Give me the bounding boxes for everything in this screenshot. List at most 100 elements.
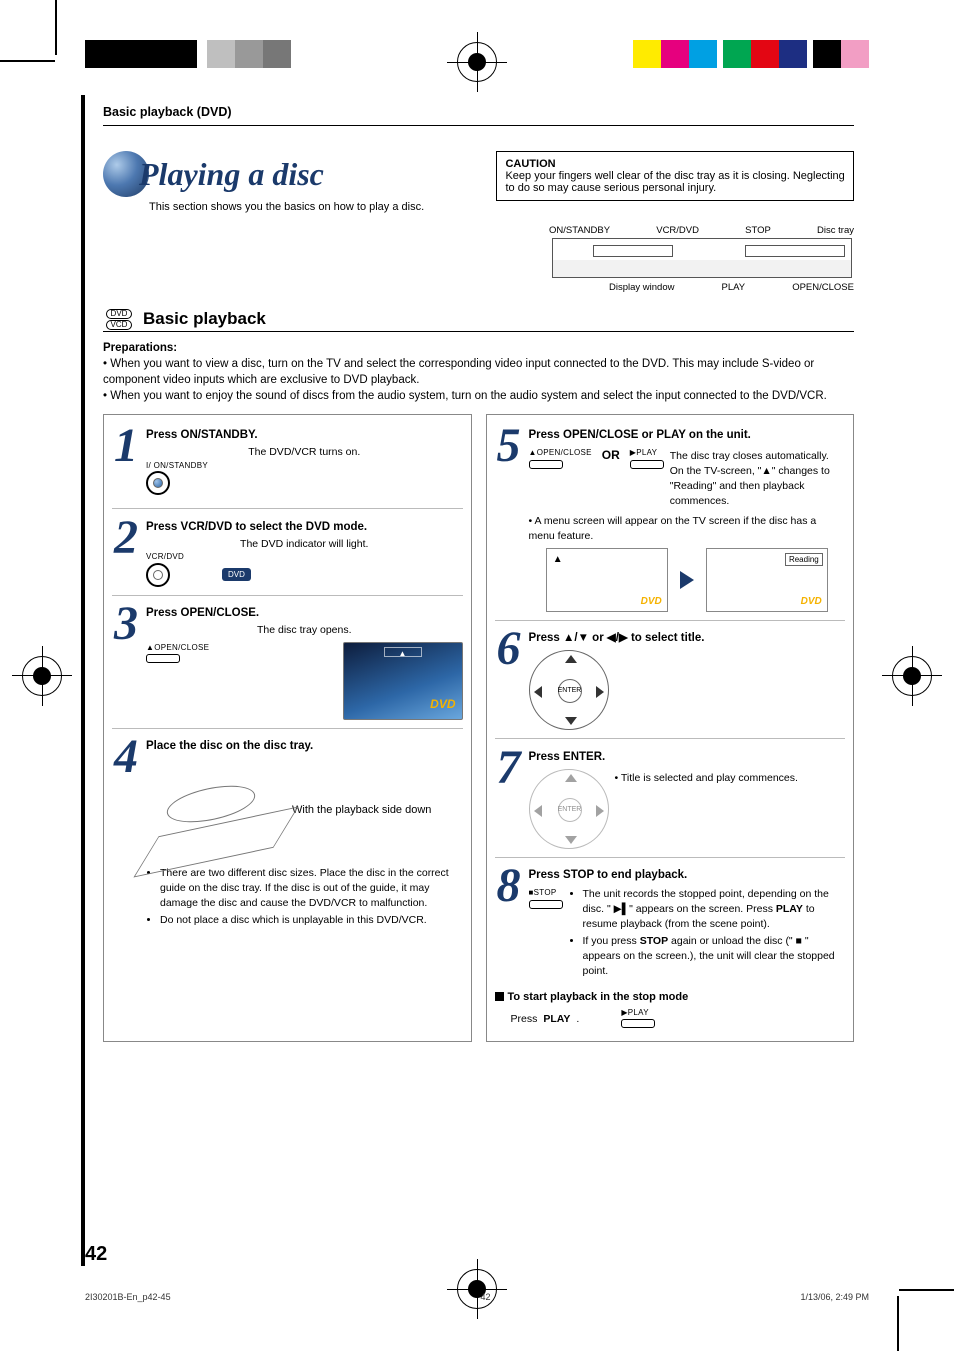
dvd-logo-icon: DVD <box>801 595 822 609</box>
dvd-logo-icon: DVD <box>641 595 662 609</box>
registration-mark-icon <box>892 656 932 696</box>
prep-item: When you want to view a disc, turn on th… <box>103 358 814 386</box>
section-heading: Basic playback <box>143 309 266 329</box>
footer-left: 2I30201B-En_p42-45 <box>85 1292 171 1302</box>
label-display: Display window <box>609 282 674 293</box>
step-7: 7 Press ENTER. ENTER • Title is selected… <box>495 743 846 849</box>
on-standby-label: I/ ON/STANDBY <box>146 460 463 471</box>
label-openclose: OPEN/CLOSE <box>792 282 854 293</box>
step-4: 4 Place the disc on the disc tray. With … <box>112 732 463 931</box>
tv-screen-icon: ▲ DVD <box>343 642 463 720</box>
crop-mark <box>899 1289 954 1291</box>
label-onstandby: ON/STANDBY <box>549 225 610 236</box>
dvd-format-icon: DVD <box>106 309 132 319</box>
footer-mid: 42 <box>481 1292 491 1302</box>
nav-pad-icon: ENTER <box>529 769 609 849</box>
step-title: Press ON/STANDBY. <box>146 427 463 443</box>
step-number: 7 <box>495 749 523 849</box>
step-title: Press VCR/DVD to select the DVD mode. <box>146 519 463 535</box>
reading-badge: Reading <box>785 553 823 566</box>
side-marker <box>81 95 85 1266</box>
label-play: PLAY <box>722 282 746 293</box>
stop-button-icon <box>529 900 563 909</box>
prep-item: When you want to enjoy the sound of disc… <box>110 390 827 402</box>
step-bullet: There are two different disc sizes. Plac… <box>160 866 463 910</box>
steps-column-left: 1 Press ON/STANDBY. The DVD/VCR turns on… <box>103 414 472 1041</box>
registration-mark-icon <box>457 1269 497 1309</box>
dvd-indicator-badge: DVD <box>222 568 251 581</box>
step-text: The disc tray closes automatically. On t… <box>670 449 845 508</box>
registration-mark-icon <box>22 656 62 696</box>
vcrdvd-button-icon <box>146 563 170 587</box>
reading-screen-icon: Reading DVD <box>706 548 828 612</box>
crop-mark <box>0 60 55 62</box>
page-content: Basic playback (DVD) Playing a disc This… <box>85 95 869 1266</box>
restart-heading: To start playback in the stop mode <box>495 990 846 1005</box>
caution-box: CAUTION Keep your fingers well clear of … <box>496 151 854 201</box>
step-number: 4 <box>112 738 140 931</box>
step-8: 8 Press STOP to end playback. ■STOP The … <box>495 861 846 981</box>
step-number: 3 <box>112 605 140 720</box>
restart-play-bold: PLAY <box>543 1012 570 1027</box>
vcrdvd-label: VCR/DVD <box>146 551 463 562</box>
step-title: Press OPEN/CLOSE. <box>146 605 463 621</box>
enter-center: ENTER <box>558 679 582 703</box>
footer-right: 1/13/06, 2:49 PM <box>800 1292 869 1302</box>
vcd-format-icon: VCD <box>106 320 132 330</box>
step-number: 5 <box>495 427 523 611</box>
openclose-label: OPEN/CLOSE <box>154 643 209 652</box>
caution-heading: CAUTION <box>505 158 845 170</box>
enter-center: ENTER <box>558 798 582 822</box>
step-bullet: Do not place a disc which is unplayable … <box>160 913 463 928</box>
bold-stop: STOP <box>640 935 668 947</box>
step-text: The DVD/VCR turns on. <box>146 445 463 460</box>
step-title: Press STOP to end playback. <box>529 867 846 883</box>
play-label: PLAY <box>628 1008 649 1017</box>
dvd-logo-icon: DVD <box>430 696 455 713</box>
format-icons: DVD VCD <box>103 309 135 330</box>
steps-column-right: 5 Press OPEN/CLOSE or PLAY on the unit. … <box>486 414 855 1041</box>
menu-screen-icon: ▲ DVD <box>546 548 668 612</box>
square-bullet-icon <box>495 992 504 1001</box>
step-title: Press OPEN/CLOSE or PLAY on the unit. <box>529 427 846 443</box>
label-stop: STOP <box>745 225 771 236</box>
prep-heading: Preparations: <box>103 340 854 356</box>
step-number: 6 <box>495 630 523 730</box>
crop-mark <box>55 0 57 55</box>
page-title-text: Playing a disc <box>139 156 324 193</box>
step-title: Press ▲/▼ or ◀/▶ to select title. <box>529 630 846 646</box>
step-text: The DVD indicator will light. <box>146 537 463 552</box>
page-title: Playing a disc <box>103 151 476 197</box>
label-vcrdvd: VCR/DVD <box>656 225 699 236</box>
openclose-label: OPEN/CLOSE <box>537 448 592 457</box>
play-label: PLAY <box>636 448 657 457</box>
step-bullet: If you press STOP again or unload the di… <box>583 934 846 978</box>
step-3: 3 Press OPEN/CLOSE. The disc tray opens.… <box>112 599 463 720</box>
device-diagram: ON/STANDBY VCR/DVD STOP Disc tray Displa… <box>549 225 854 293</box>
step-bullet: A menu screen will appear on the TV scre… <box>529 515 817 542</box>
step-title: Press ENTER. <box>529 749 846 765</box>
openclose-button-icon <box>529 460 563 469</box>
openclose-button-icon <box>146 654 180 663</box>
step-5: 5 Press OPEN/CLOSE or PLAY on the unit. … <box>495 421 846 611</box>
crop-mark <box>897 1296 899 1351</box>
step-number: 1 <box>112 427 140 500</box>
nav-pad-icon: ENTER <box>529 650 609 730</box>
page-number: 42 <box>85 1243 107 1266</box>
step-caption: With the playback side down <box>292 803 463 818</box>
step-6: 6 Press ▲/▼ or ◀/▶ to select title. ENTE… <box>495 624 846 730</box>
step-number: 8 <box>495 867 523 981</box>
device-body-icon <box>552 238 852 278</box>
step-title: Place the disc on the disc tray. <box>146 738 463 754</box>
or-text: OR <box>602 447 620 464</box>
registration-mark-icon <box>457 42 497 82</box>
step-1: 1 Press ON/STANDBY. The DVD/VCR turns on… <box>112 421 463 500</box>
color-bars-icon <box>633 40 869 68</box>
label-disctray: Disc tray <box>817 225 854 236</box>
step-text: The disc tray opens. <box>146 623 463 638</box>
bold-play: PLAY <box>776 903 803 915</box>
step-bullet: Title is selected and play commences. <box>621 772 798 784</box>
play-button-icon <box>630 460 664 469</box>
disc-tray-illustration <box>146 760 286 860</box>
step-number: 2 <box>112 519 140 587</box>
